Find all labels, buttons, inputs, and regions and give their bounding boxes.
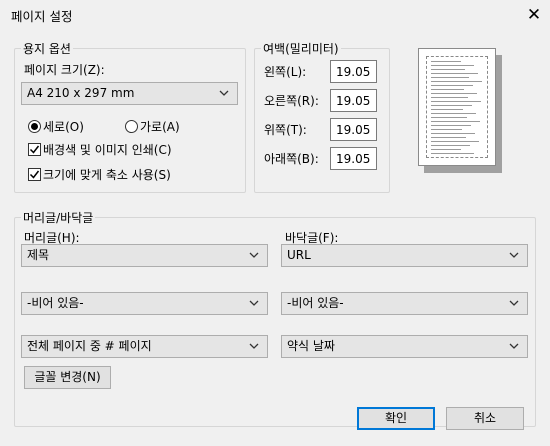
footer-select-3-value: 약식 날짜	[287, 339, 335, 353]
header-footer-legend: 머리글/바닥글	[23, 211, 94, 225]
preview-text-line	[431, 61, 461, 62]
page-size-label: 페이지 크기(Z):	[24, 63, 105, 77]
preview-text-line	[431, 141, 479, 142]
cancel-button[interactable]: 취소	[446, 407, 524, 430]
shrink-to-fit-label: 크기에 맞게 축소 사용(S)	[43, 168, 171, 182]
preview-text-line	[431, 149, 461, 150]
header-select-1[interactable]: 제목	[21, 244, 268, 267]
checkmark-icon	[29, 170, 40, 179]
chevron-down-icon	[249, 336, 263, 357]
footer-select-1[interactable]: URL	[281, 244, 528, 267]
portrait-radio[interactable]	[28, 120, 41, 133]
preview-text-line	[431, 73, 478, 74]
header-select-3-value: 전체 페이지 중 # 페이지	[27, 339, 152, 353]
preview-text-line	[431, 145, 470, 146]
chevron-down-icon	[219, 83, 233, 104]
header-select-2-value: -비어 있음-	[27, 296, 84, 310]
page-preview-margins	[426, 56, 488, 158]
margin-right-input[interactable]	[330, 89, 377, 112]
chevron-down-icon	[249, 293, 263, 314]
preview-text-line	[431, 81, 482, 82]
preview-text-line	[431, 117, 467, 118]
footer-select-2[interactable]: -비어 있음-	[281, 292, 528, 315]
dialog-title: 페이지 설정	[11, 9, 73, 24]
chevron-down-icon	[509, 245, 523, 266]
footer-select-3[interactable]: 약식 날짜	[281, 335, 528, 358]
checkmark-icon	[29, 145, 40, 154]
preview-text-line	[431, 105, 472, 106]
preview-text-line	[431, 93, 477, 94]
preview-text-line	[431, 97, 468, 98]
header-footer-group: 머리글/바닥글	[14, 209, 536, 427]
page-size-select[interactable]: A4 210 x 297 mm	[21, 82, 238, 105]
preview-text-line	[431, 125, 471, 126]
preview-text-line	[431, 153, 474, 154]
print-background-checkbox[interactable]	[28, 143, 41, 156]
page-preview	[418, 48, 496, 166]
preview-text-line	[431, 89, 464, 90]
margin-bottom-label: 아래쪽(B):	[264, 152, 319, 166]
preview-text-line	[431, 65, 474, 66]
preview-text-line	[431, 101, 481, 102]
header-select-1-value: 제목	[27, 248, 50, 262]
print-background-label: 배경색 및 이미지 인쇄(C)	[43, 143, 172, 157]
chevron-down-icon	[249, 245, 263, 266]
chevron-down-icon	[509, 336, 523, 357]
margin-left-label: 왼쪽(L):	[264, 65, 307, 79]
margin-right-label: 오른쪽(R):	[264, 94, 319, 108]
preview-text-line	[431, 121, 480, 122]
preview-text-line	[431, 69, 465, 70]
preview-text-line	[431, 133, 475, 134]
margin-top-label: 위쪽(T):	[264, 123, 307, 137]
header-select-3[interactable]: 전체 페이지 중 # 페이지	[21, 335, 268, 358]
margin-bottom-input[interactable]	[330, 147, 377, 170]
preview-text-line	[431, 113, 476, 114]
landscape-label: 가로(A)	[140, 120, 180, 134]
change-font-button[interactable]: 글꼴 변경(N)	[24, 366, 111, 389]
page-size-value: A4 210 x 297 mm	[27, 86, 135, 100]
landscape-radio[interactable]	[125, 120, 138, 133]
margin-left-input[interactable]	[330, 60, 377, 83]
preview-text-line	[431, 85, 473, 86]
portrait-label: 세로(O)	[43, 120, 84, 134]
preview-text-line	[431, 137, 466, 138]
footer-select-2-value: -비어 있음-	[287, 296, 344, 310]
footer-select-1-value: URL	[287, 248, 311, 262]
preview-text-line	[431, 77, 469, 78]
preview-text-line	[431, 129, 462, 130]
margins-legend: 여백(밀리미터)	[263, 42, 339, 56]
ok-button[interactable]: 확인	[357, 407, 435, 430]
preview-text-line	[431, 109, 463, 110]
chevron-down-icon	[509, 293, 523, 314]
shrink-to-fit-checkbox[interactable]	[28, 168, 41, 181]
margin-top-input[interactable]	[330, 118, 377, 141]
close-button[interactable]: ✕	[521, 2, 547, 28]
paper-options-legend: 용지 옵션	[23, 42, 71, 56]
header-select-2[interactable]: -비어 있음-	[21, 292, 268, 315]
